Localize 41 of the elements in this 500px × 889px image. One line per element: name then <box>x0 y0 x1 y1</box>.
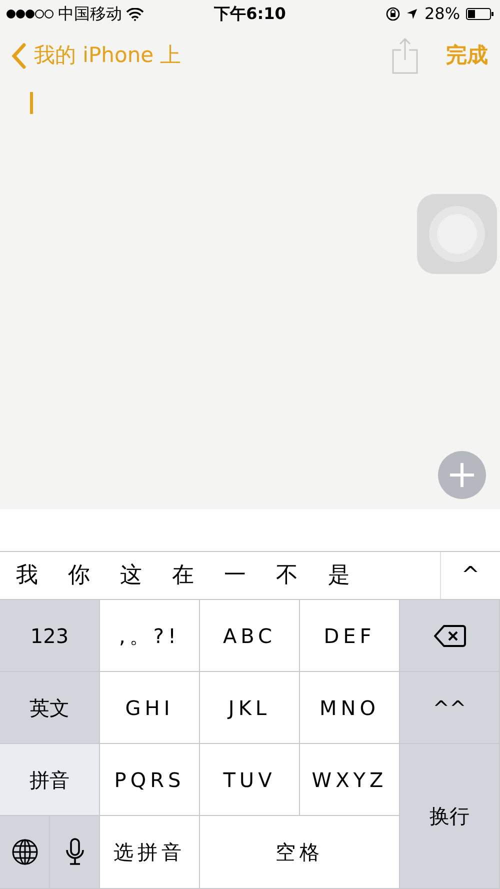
keyboard-key[interactable]: DEF <box>300 600 400 672</box>
keyboard-key[interactable]: ^^ <box>400 672 500 744</box>
status-time: 下午6:10 <box>214 3 286 25</box>
keyboard-key[interactable]: 选拼音 <box>100 816 200 889</box>
text-cursor <box>30 92 33 114</box>
keyboard-key[interactable]: MNO <box>300 672 400 744</box>
microphone-icon <box>66 838 84 866</box>
keyboard-key[interactable]: TUV <box>200 744 300 816</box>
candidate-word[interactable]: 在 <box>172 559 194 592</box>
candidate-word[interactable]: 是 <box>328 559 350 592</box>
battery-icon <box>466 8 494 20</box>
battery-percent: 28% <box>424 3 460 25</box>
microphone-key[interactable] <box>50 816 100 889</box>
return-key[interactable]: 换行 <box>400 744 500 889</box>
signal-icon <box>6 9 54 19</box>
keyboard-key[interactable]: 英文 <box>0 672 100 744</box>
candidate-word[interactable]: 你 <box>68 559 90 592</box>
candidate-word[interactable]: 我 <box>16 559 38 592</box>
candidate-word[interactable]: 不 <box>276 559 298 592</box>
delete-icon <box>434 624 466 646</box>
keyboard-key[interactable]: JKL <box>200 672 300 744</box>
keyboard-key[interactable]: 123 <box>0 600 100 672</box>
carrier-name: 中国移动 <box>58 3 122 25</box>
back-chevron-icon <box>12 43 26 69</box>
keyboard-key[interactable]: GHI <box>100 672 200 744</box>
location-icon <box>406 8 418 20</box>
plus-icon <box>449 462 475 488</box>
expand-candidates-button[interactable]: ^ <box>440 552 500 599</box>
keyboard-key[interactable]: PQRS <box>100 744 200 816</box>
globe-key[interactable] <box>0 816 50 889</box>
globe-icon <box>12 839 38 865</box>
keyboard-key[interactable]: ABC <box>200 600 300 672</box>
keyboard-key[interactable]: ,。?! <box>100 600 200 672</box>
candidate-word[interactable]: 这 <box>120 559 142 592</box>
candidate-word[interactable]: 一 <box>224 559 246 592</box>
wifi-icon <box>126 8 144 20</box>
space-key[interactable]: 空格 <box>200 816 400 889</box>
keyboard-key[interactable]: 拼音 <box>0 744 100 816</box>
delete-key[interactable] <box>400 600 500 672</box>
keyboard-key[interactable]: WXYZ <box>300 744 400 816</box>
rotation-lock-icon <box>386 7 400 21</box>
